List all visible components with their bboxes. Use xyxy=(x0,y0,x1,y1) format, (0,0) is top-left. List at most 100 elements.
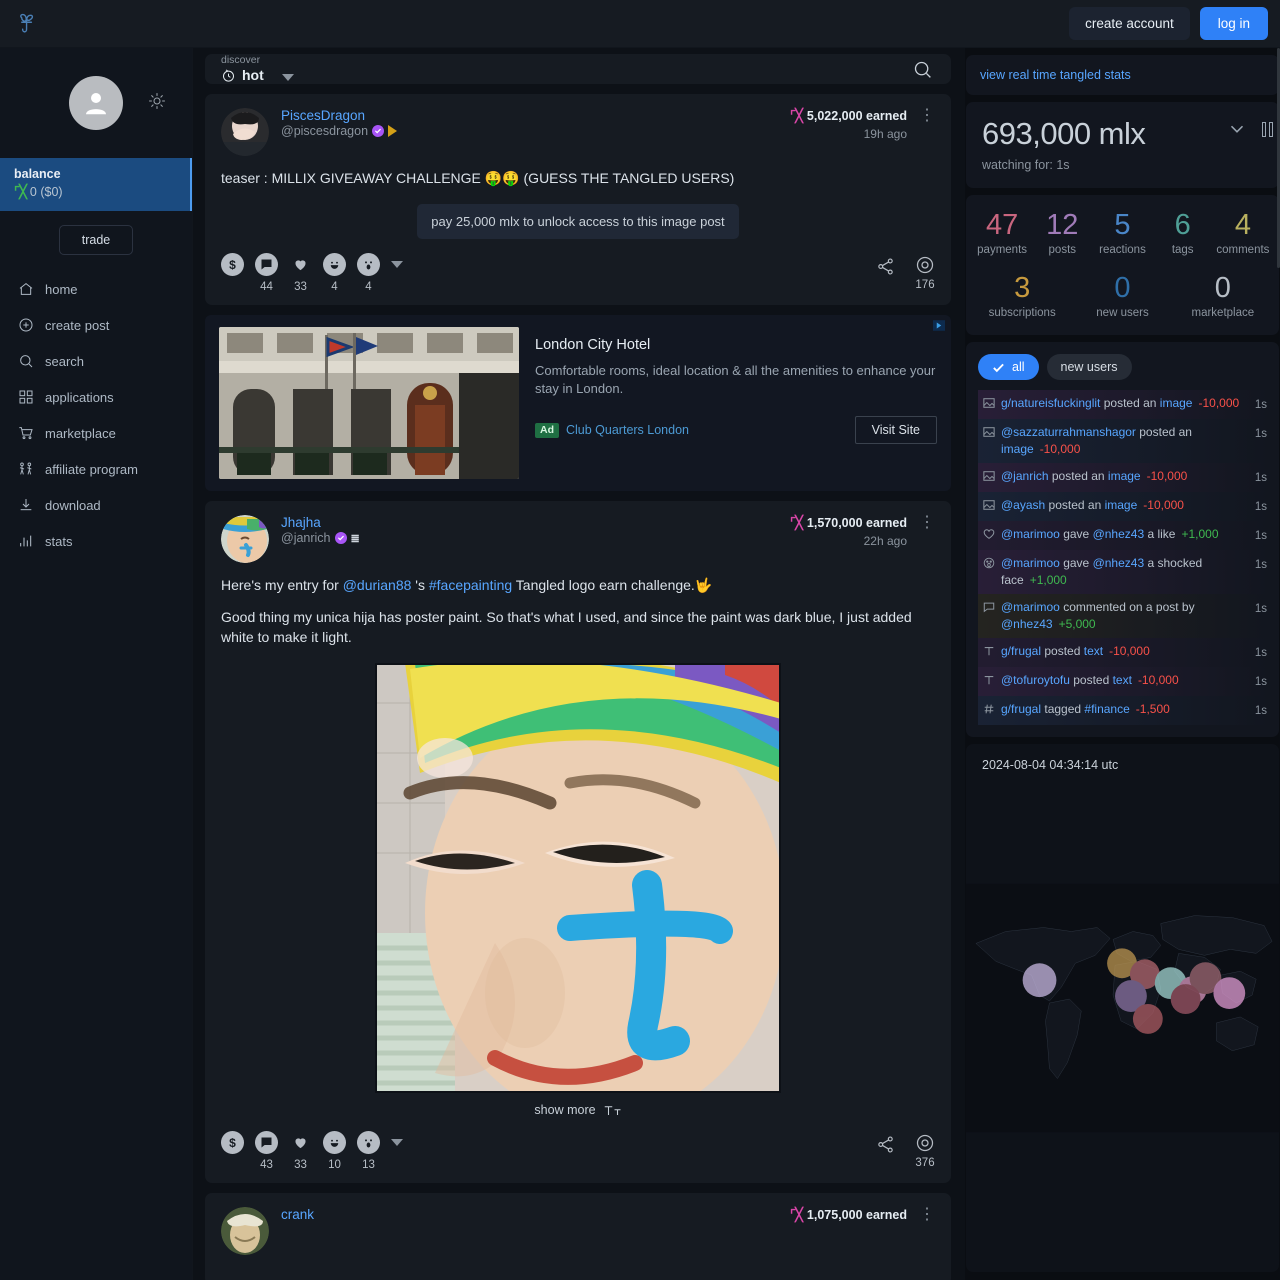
reaction-comment[interactable]: 43 xyxy=(255,1131,278,1171)
search-icon[interactable] xyxy=(912,59,933,80)
sidebar-item-create-post[interactable]: create post xyxy=(0,307,192,343)
activity-subject[interactable]: g/natureisfuckinglit xyxy=(1001,396,1100,410)
sidebar-item-affiliate-program[interactable]: affiliate program xyxy=(0,451,192,487)
activity-item[interactable]: g/frugal tagged #finance -1,500 1s xyxy=(978,696,1269,725)
activity-object[interactable]: image xyxy=(1105,498,1138,512)
sidebar-item-stats[interactable]: stats xyxy=(0,523,192,559)
post-mention[interactable]: @durian88 xyxy=(343,577,412,593)
post-menu-button[interactable]: ⋮ xyxy=(919,515,935,531)
create-account-button[interactable]: create account xyxy=(1069,7,1190,40)
sidebar-item-marketplace[interactable]: marketplace xyxy=(0,415,192,451)
activity-subject[interactable]: @sazzaturrahmanshagor xyxy=(1001,425,1136,439)
post-handle[interactable]: @janrich xyxy=(281,531,331,545)
show-more-button[interactable]: show more xyxy=(221,1103,935,1117)
tangled-logo[interactable] xyxy=(10,7,44,41)
stat-posts: 12 posts xyxy=(1032,209,1092,256)
discover-left: discover hot xyxy=(221,54,294,84)
activity-subject[interactable]: @janrich xyxy=(1001,469,1049,483)
view-real-time-stats-link[interactable]: view real time tangled stats xyxy=(966,55,1279,95)
heart-outline-icon xyxy=(982,526,995,540)
post-hashtag[interactable]: #facepainting xyxy=(429,577,512,593)
activity-object[interactable]: #finance xyxy=(1084,702,1129,716)
activity-item[interactable]: @ayash posted an image -10,000 1s xyxy=(978,492,1269,521)
reaction-shocked[interactable]: 4 xyxy=(357,253,380,293)
post-handle[interactable]: @piscesdragon xyxy=(281,124,368,138)
reaction-shocked[interactable]: 13 xyxy=(357,1131,380,1171)
views-count-label: 176 xyxy=(915,279,935,291)
avatar[interactable] xyxy=(221,108,269,156)
activity-item[interactable]: @marimoo commented on a post by @nhez43 +… xyxy=(978,594,1269,638)
post-username[interactable]: PiscesDragon xyxy=(281,108,397,123)
discover-value-row: hot xyxy=(221,67,264,84)
view-count[interactable]: 176 xyxy=(915,255,935,291)
visit-site-button[interactable]: Visit Site xyxy=(854,416,937,444)
sidebar-item-search[interactable]: search xyxy=(0,343,192,379)
activity-subject[interactable]: g/frugal xyxy=(1001,702,1041,716)
activity-item[interactable]: @tofuroytofu posted text -10,000 1s xyxy=(978,667,1269,696)
more-reactions-chevron-icon[interactable] xyxy=(391,1139,403,1146)
ad-card: London City Hotel Comfortable rooms, ide… xyxy=(205,315,951,491)
reaction-comment[interactable]: 44 xyxy=(255,253,278,293)
activity-object[interactable]: text xyxy=(1113,673,1132,687)
share-button[interactable] xyxy=(876,255,895,281)
image-icon xyxy=(982,468,995,482)
reaction-like[interactable]: 33 xyxy=(289,253,312,293)
discover-selector[interactable]: discover hot xyxy=(221,54,264,84)
ad-image[interactable] xyxy=(219,327,519,479)
post-author: Jhajha @janrich ≣ xyxy=(281,515,360,545)
balance-row[interactable]: balance ⌜╳ 0 ($0) xyxy=(0,158,192,211)
world-activity-map[interactable]: 2024-08-04 04:34:14 utc xyxy=(966,744,1279,1272)
post-image[interactable] xyxy=(375,663,781,1093)
post-menu-button[interactable]: ⋮ xyxy=(919,1207,935,1223)
activity-subject[interactable]: g/frugal xyxy=(1001,644,1041,658)
filter-new-users[interactable]: new users xyxy=(1046,354,1132,380)
avatar[interactable] xyxy=(221,515,269,563)
post-menu-button[interactable]: ⋮ xyxy=(919,108,935,124)
activity-item[interactable]: @janrich posted an image -10,000 1s xyxy=(978,463,1269,492)
sidebar-item-applications[interactable]: applications xyxy=(0,379,192,415)
filter-all[interactable]: all xyxy=(978,354,1039,380)
paywall-button[interactable]: pay 25,000 mlx to unlock access to this … xyxy=(417,204,739,239)
activity-subject[interactable]: @marimoo xyxy=(1001,600,1060,614)
activity-subject[interactable]: @marimoo xyxy=(1001,556,1060,570)
ad-source-name[interactable]: Club Quarters London xyxy=(566,423,689,437)
activity-object[interactable]: @nhez43 xyxy=(1001,617,1053,631)
theme-toggle-button[interactable] xyxy=(148,92,166,110)
reaction-tip[interactable]: $ xyxy=(221,1131,244,1159)
activity-item[interactable]: g/natureisfuckinglit posted an image -10,… xyxy=(978,390,1269,419)
activity-subject[interactable]: @ayash xyxy=(1001,498,1045,512)
reaction-laugh[interactable]: 4 xyxy=(323,253,346,293)
sidebar-item-home[interactable]: home xyxy=(0,271,192,307)
post-username[interactable]: crank xyxy=(281,1207,314,1222)
view-count[interactable]: 376 xyxy=(915,1133,935,1169)
activity-item[interactable]: @marimoo gave @nhez43 a shocked face +1,0… xyxy=(978,550,1269,594)
ad-title[interactable]: London City Hotel xyxy=(535,337,937,353)
activity-item[interactable]: g/frugal posted text -10,000 1s xyxy=(978,638,1269,667)
activity-object[interactable]: image xyxy=(1001,442,1034,456)
sidebar-item-download[interactable]: download xyxy=(0,487,192,523)
more-reactions-chevron-icon[interactable] xyxy=(391,261,403,268)
share-button[interactable] xyxy=(876,1133,895,1159)
trade-button[interactable]: trade xyxy=(58,225,134,255)
pause-button[interactable] xyxy=(1262,121,1273,137)
activity-object[interactable]: text xyxy=(1084,644,1103,658)
activity-subject[interactable]: @marimoo xyxy=(1001,527,1060,541)
activity-object[interactable]: @nhez43 xyxy=(1093,527,1145,541)
log-in-button[interactable]: log in xyxy=(1199,7,1268,40)
millix-symbol-icon: ⌜╳ xyxy=(790,1207,803,1222)
discover-dropdown-chevron-icon[interactable] xyxy=(281,74,294,81)
activity-object[interactable]: image xyxy=(1160,396,1193,410)
post-username[interactable]: Jhajha xyxy=(281,515,359,530)
activity-item[interactable]: @marimoo gave @nhez43 a like +1,000 1s xyxy=(978,521,1269,550)
activity-item[interactable]: @sazzaturrahmanshagor posted an image -10… xyxy=(978,419,1269,463)
activity-amount: +1,000 xyxy=(1181,527,1219,541)
reaction-tip[interactable]: $ xyxy=(221,253,244,281)
activity-object[interactable]: @nhez43 xyxy=(1093,556,1145,570)
reaction-laugh[interactable]: 10 xyxy=(323,1131,346,1171)
activity-object[interactable]: image xyxy=(1108,469,1141,483)
activity-subject[interactable]: @tofuroytofu xyxy=(1001,673,1070,687)
avatar[interactable] xyxy=(221,1207,269,1255)
chevron-down-icon[interactable] xyxy=(1226,118,1248,140)
reaction-like[interactable]: 33 xyxy=(289,1131,312,1171)
avatar[interactable] xyxy=(69,76,123,130)
